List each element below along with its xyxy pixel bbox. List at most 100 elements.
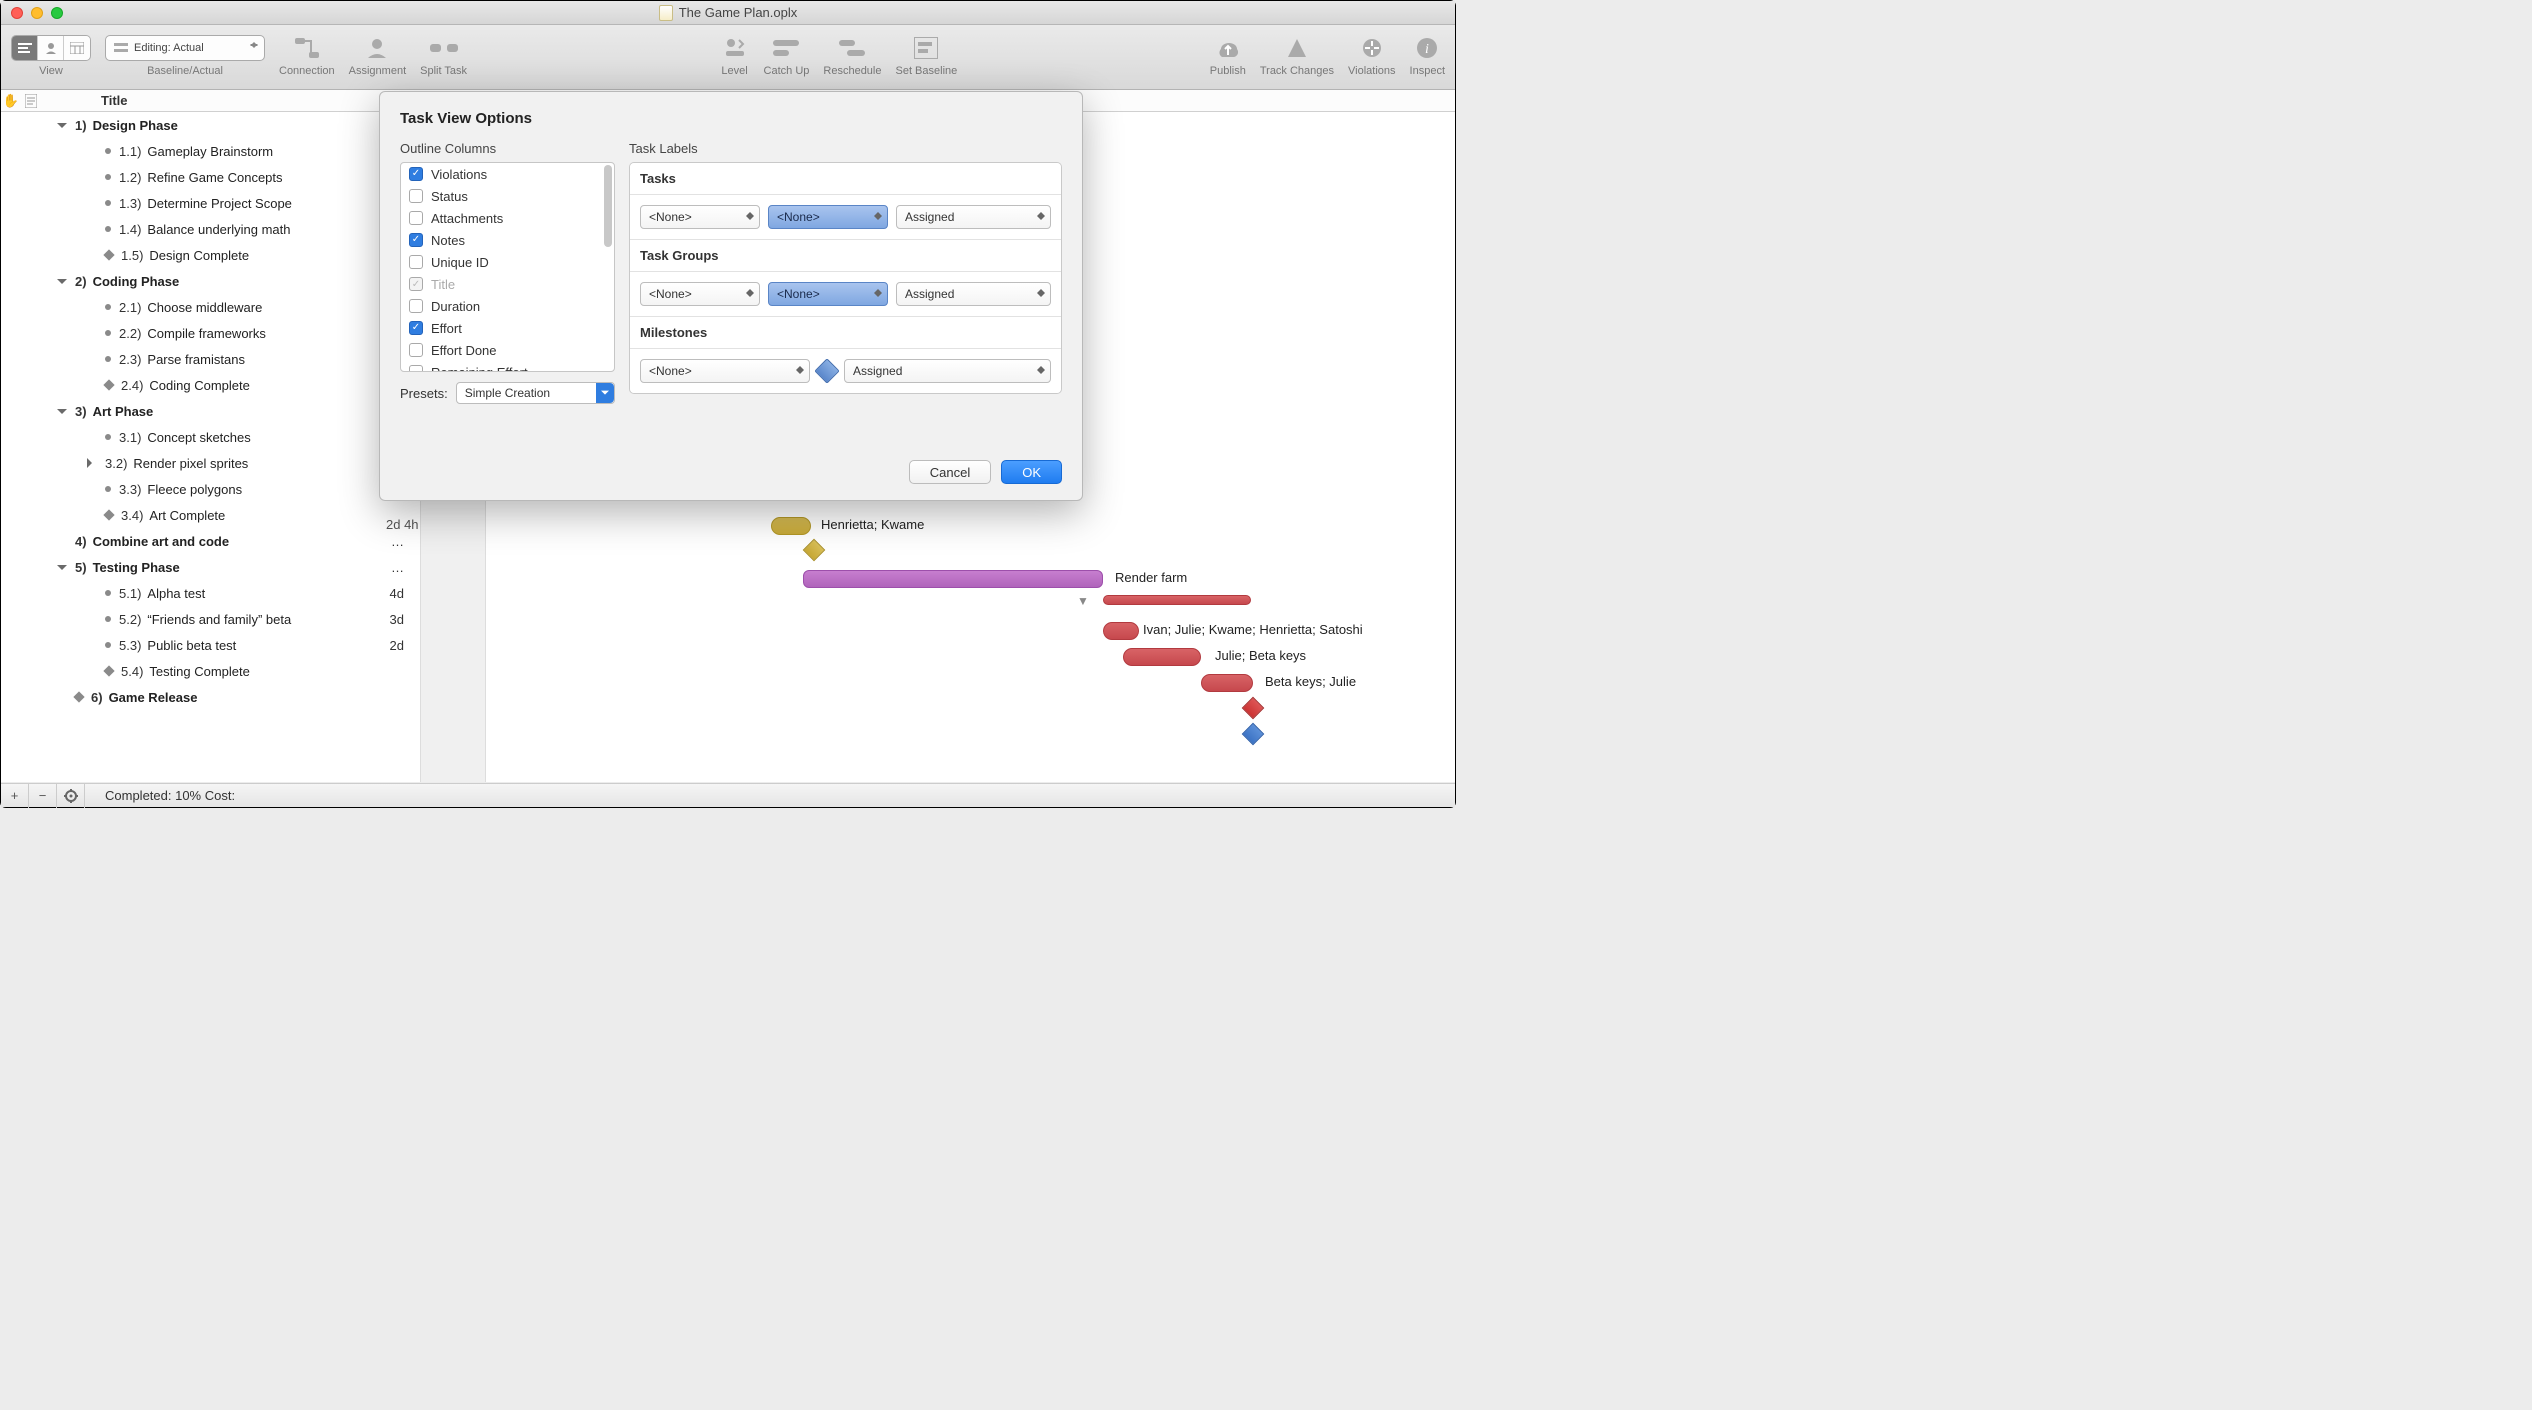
gantt-milestone[interactable] [803, 539, 826, 562]
column-checkbox-row[interactable]: Attachments [401, 207, 614, 229]
task-row[interactable]: 1.4)Balance underlying math [1, 216, 420, 242]
gantt-bar[interactable] [1103, 595, 1251, 605]
task-row[interactable]: 3.3)Fleece polygons [1, 476, 420, 502]
task-title: Gameplay Brainstorm [147, 144, 273, 159]
editing-popup[interactable]: Editing: Actual [105, 35, 265, 61]
task-row[interactable]: 1.2)Refine Game Concepts [1, 164, 420, 190]
task-row[interactable]: 2.3)Parse framistans [1, 346, 420, 372]
actions-button[interactable] [57, 784, 85, 808]
checkbox[interactable] [409, 343, 423, 357]
label-select[interactable]: Assigned [896, 205, 1051, 229]
task-row[interactable]: 1.1)Gameplay Brainstorm [1, 138, 420, 164]
notes-column-icon[interactable] [21, 94, 41, 108]
status-text: Completed: 10% Cost: [85, 788, 235, 803]
checkbox[interactable] [409, 189, 423, 203]
task-title: Coding Phase [93, 274, 180, 289]
group-collapse-icon[interactable]: ▼ [1077, 594, 1089, 608]
svg-text:i: i [1425, 42, 1429, 57]
task-row[interactable]: 2.4)Coding Complete [1, 372, 420, 398]
set-baseline-tool[interactable]: Set Baseline [895, 31, 957, 77]
task-row[interactable]: 3)Art Phase [1, 398, 420, 424]
track-changes-tool[interactable]: Track Changes [1260, 31, 1334, 77]
editing-popup-label: Editing: Actual [134, 42, 204, 54]
add-button[interactable]: + [1, 784, 29, 808]
presets-select[interactable]: Simple Creation [456, 382, 615, 404]
column-checkbox-row[interactable]: Notes [401, 229, 614, 251]
column-checkbox-row[interactable]: Violations [401, 163, 614, 185]
column-checkbox-row[interactable]: Unique ID [401, 251, 614, 273]
checkbox-label: Violations [431, 167, 487, 182]
close-icon[interactable] [11, 7, 23, 19]
checkbox[interactable] [409, 255, 423, 269]
peek-effort: 2d 4h [386, 517, 419, 532]
task-row[interactable]: 3.2)Render pixel sprites [1, 450, 420, 476]
gantt-milestone[interactable] [1242, 723, 1265, 746]
gantt-bar[interactable] [771, 517, 811, 535]
title-column-label[interactable]: Title [41, 93, 128, 108]
view-calendar-icon[interactable] [64, 36, 90, 60]
zoom-icon[interactable] [51, 7, 63, 19]
reschedule-tool[interactable]: Reschedule [823, 31, 881, 77]
section-header: Tasks [630, 163, 1061, 195]
checkbox[interactable] [409, 167, 423, 181]
column-checkbox-row[interactable]: Effort Done [401, 339, 614, 361]
checkbox[interactable] [409, 321, 423, 335]
catch-up-tool[interactable]: Catch Up [764, 31, 810, 77]
column-checkbox-row[interactable]: Remaining Effort [401, 361, 614, 372]
assignment-tool[interactable]: Assignment [349, 31, 406, 77]
task-row[interactable]: 2.1)Choose middleware [1, 294, 420, 320]
label-select[interactable]: <None> [768, 205, 888, 229]
task-row[interactable]: 6)Game Release [1, 684, 420, 710]
gantt-bar[interactable] [1123, 648, 1201, 666]
task-row[interactable]: 5.2)“Friends and family” beta3d [1, 606, 420, 632]
gantt-bar[interactable] [1103, 622, 1139, 640]
label-select[interactable]: Assigned [896, 282, 1051, 306]
ok-button[interactable]: OK [1001, 460, 1062, 484]
task-row[interactable]: 1.5)Design Complete [1, 242, 420, 268]
label-select[interactable]: <None> [640, 282, 760, 306]
violations-tool[interactable]: Violations [1348, 31, 1396, 77]
checkbox[interactable] [409, 211, 423, 225]
label-select[interactable]: Assigned [844, 359, 1051, 383]
label-select[interactable]: <None> [640, 205, 760, 229]
gantt-bar[interactable] [803, 570, 1103, 588]
gantt-milestone[interactable] [1242, 697, 1265, 720]
task-row[interactable]: 2.2)Compile frameworks [1, 320, 420, 346]
checkbox[interactable] [409, 299, 423, 313]
connection-tool[interactable]: Connection [279, 31, 335, 77]
split-task-tool[interactable]: Split Task [420, 31, 467, 77]
inspect-tool[interactable]: i Inspect [1410, 31, 1445, 77]
task-view-options-popover: Task View Options Outline Columns Violat… [379, 91, 1083, 501]
checkbox[interactable] [409, 365, 423, 372]
cancel-button[interactable]: Cancel [909, 460, 991, 484]
label-select[interactable]: <None> [768, 282, 888, 306]
task-row[interactable]: 4)Combine art and code… [1, 528, 420, 554]
view-gantt-icon[interactable] [12, 36, 38, 60]
view-segmented[interactable] [11, 35, 91, 61]
outline-columns-list[interactable]: Violations StatusAttachmentsNotesUnique I… [400, 162, 615, 372]
task-title: Parse framistans [147, 352, 245, 367]
checkbox[interactable] [409, 233, 423, 247]
column-checkbox-row[interactable]: Status [401, 185, 614, 207]
task-row[interactable]: 2)Coding Phase [1, 268, 420, 294]
level-tool[interactable]: Level [720, 31, 750, 77]
task-outline[interactable]: 1)Design Phase1.1)Gameplay Brainstorm1.2… [1, 112, 421, 782]
scrollbar-thumb[interactable] [604, 165, 612, 247]
column-checkbox-row[interactable]: Duration [401, 295, 614, 317]
task-row[interactable]: 1)Design Phase [1, 112, 420, 138]
hand-column-icon[interactable]: ✋ [1, 93, 21, 109]
task-row[interactable]: 3.4)Art Complete [1, 502, 420, 528]
task-row[interactable]: 5.1)Alpha test4d [1, 580, 420, 606]
view-resource-icon[interactable] [38, 36, 64, 60]
task-row[interactable]: 3.1)Concept sketches [1, 424, 420, 450]
gantt-bar[interactable] [1201, 674, 1253, 692]
minimize-icon[interactable] [31, 7, 43, 19]
task-row[interactable]: 1.3)Determine Project Scope [1, 190, 420, 216]
task-row[interactable]: 5.4)Testing Complete [1, 658, 420, 684]
task-row[interactable]: 5)Testing Phase… [1, 554, 420, 580]
remove-button[interactable]: − [29, 784, 57, 808]
column-checkbox-row[interactable]: Effort [401, 317, 614, 339]
label-select[interactable]: <None> [640, 359, 810, 383]
task-row[interactable]: 5.3)Public beta test2d [1, 632, 420, 658]
publish-tool[interactable]: Publish [1210, 31, 1246, 77]
